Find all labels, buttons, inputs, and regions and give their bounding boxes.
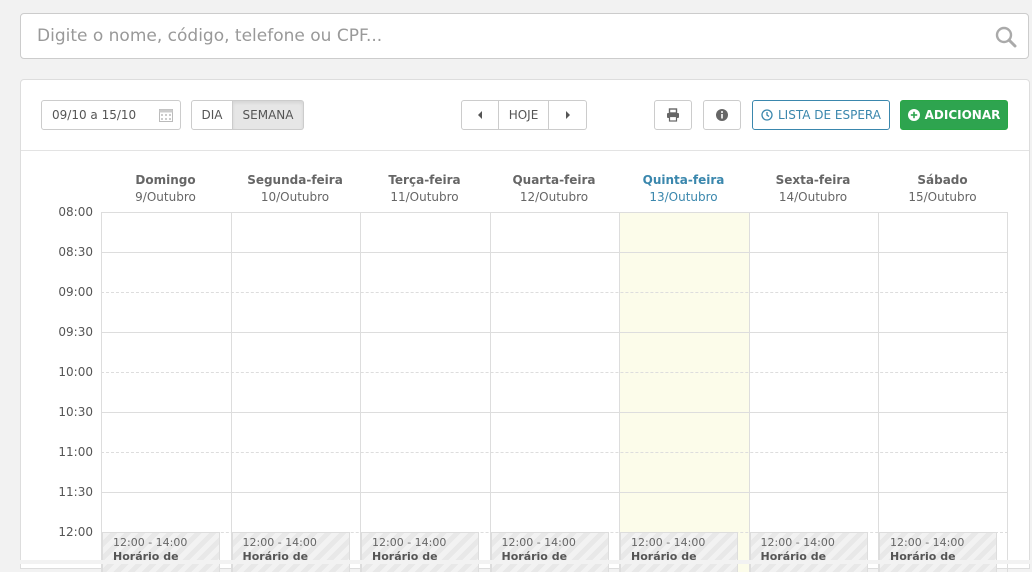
chevron-left-icon	[478, 111, 482, 119]
search-input[interactable]	[21, 14, 981, 58]
day-name: Sábado	[917, 173, 968, 187]
day-column[interactable]	[878, 212, 1008, 572]
clock-icon	[761, 109, 773, 121]
day-column-today[interactable]	[619, 212, 749, 572]
time-label: 12:00	[58, 525, 93, 539]
time-label: 11:30	[58, 485, 93, 499]
calendar-icon[interactable]	[158, 107, 174, 123]
blocked-event[interactable]: 12:00 - 14:00 Horário de	[620, 532, 738, 572]
add-label: ADICIONAR	[924, 108, 1001, 122]
grid-line	[101, 292, 1008, 293]
date-range-field[interactable]	[41, 100, 181, 130]
today-button[interactable]: HOJE	[499, 100, 549, 130]
waitlist-button[interactable]: LISTA DE ESPERA	[752, 100, 890, 130]
search-icon[interactable]	[994, 25, 1018, 49]
date-range-input[interactable]	[42, 101, 152, 129]
day-header-quinta: Quinta-feira 13/Outubro	[619, 172, 748, 206]
time-label: 11:00	[58, 445, 93, 459]
grid-line	[101, 212, 1008, 213]
event-time: 12:00 - 14:00	[242, 536, 317, 549]
blocked-event[interactable]: 12:00 - 14:00 Horário de	[231, 532, 350, 572]
day-date: 13/Outubro	[649, 190, 718, 204]
day-column[interactable]	[101, 212, 231, 572]
grid-line	[101, 452, 1008, 453]
time-label: 10:30	[58, 405, 93, 419]
event-time: 12:00 - 14:00	[372, 536, 447, 549]
time-label: 08:30	[58, 245, 93, 259]
day-name: Terça-feira	[388, 173, 461, 187]
day-header-segunda: Segunda-feira 10/Outubro	[231, 172, 360, 206]
blocked-event[interactable]: 12:00 - 14:00 Horário de	[102, 532, 220, 572]
blocked-event[interactable]: 12:00 - 14:00 Horário de	[749, 532, 868, 572]
print-button[interactable]	[654, 100, 692, 130]
week-grid: 12:00 - 14:00 Horário de 12:00 - 14:00 H…	[101, 212, 1008, 572]
time-label: 10:00	[58, 365, 93, 379]
day-header-quarta: Quarta-feira 12/Outubro	[490, 172, 619, 206]
page-bottom-edge	[0, 560, 1032, 564]
add-button[interactable]: ADICIONAR	[900, 100, 1008, 130]
grid-line	[101, 372, 1008, 373]
day-name: Quarta-feira	[512, 173, 596, 187]
day-header-terca: Terça-feira 11/Outubro	[360, 172, 489, 206]
calendar-card: DIA SEMANA HOJE LISTA DE ESPERA ADICIONA…	[20, 79, 1030, 572]
day-column[interactable]	[230, 212, 361, 572]
day-name: Quinta-feira	[642, 173, 725, 187]
day-date: 15/Outubro	[908, 190, 977, 204]
date-navigation: HOJE	[461, 100, 587, 130]
event-time: 12:00 - 14:00	[631, 536, 706, 549]
grid-line	[101, 492, 1008, 493]
info-button[interactable]	[703, 100, 741, 130]
plus-circle-icon	[907, 109, 920, 121]
grid-line	[101, 332, 1008, 333]
blocked-event[interactable]: 12:00 - 14:00 Horário de	[490, 532, 609, 572]
view-week-button[interactable]: SEMANA	[233, 100, 304, 130]
day-header-domingo: Domingo 9/Outubro	[101, 172, 230, 206]
day-date: 10/Outubro	[260, 190, 330, 204]
calendar-toolbar: DIA SEMANA HOJE LISTA DE ESPERA ADICIONA…	[21, 80, 1029, 151]
print-icon	[667, 108, 679, 122]
day-name: Domingo	[135, 173, 196, 187]
waitlist-label: LISTA DE ESPERA	[778, 108, 881, 122]
day-date: 14/Outubro	[778, 190, 848, 204]
day-name: Sexta-feira	[775, 173, 851, 187]
chevron-right-icon	[565, 111, 570, 119]
event-time: 12:00 - 14:00	[113, 536, 188, 549]
day-column[interactable]	[489, 212, 620, 572]
day-header-sabado: Sábado 15/Outubro	[878, 172, 1007, 206]
previous-button[interactable]	[461, 100, 499, 130]
day-name: Segunda-feira	[247, 173, 343, 187]
info-icon	[716, 109, 728, 121]
blocked-event[interactable]: 12:00 - 14:00 Horário de	[361, 532, 479, 572]
view-day-button[interactable]: DIA	[191, 100, 233, 130]
day-date: 12/Outubro	[519, 190, 589, 204]
view-toggle: DIA SEMANA	[191, 100, 304, 130]
event-time: 12:00 - 14:00	[760, 536, 835, 549]
event-time: 12:00 - 14:00	[890, 536, 965, 549]
time-label: 09:00	[58, 285, 93, 299]
day-column[interactable]	[360, 212, 490, 572]
next-button[interactable]	[549, 100, 587, 130]
grid-line	[101, 412, 1008, 413]
time-label: 09:30	[58, 325, 93, 339]
search-bar	[20, 13, 1029, 59]
day-column[interactable]	[748, 212, 879, 572]
event-time: 12:00 - 14:00	[501, 536, 576, 549]
day-date: 11/Outubro	[390, 190, 459, 204]
day-date: 9/Outubro	[135, 190, 196, 204]
grid-line	[101, 252, 1008, 253]
day-header-sexta: Sexta-feira 14/Outubro	[749, 172, 878, 206]
blocked-event[interactable]: 12:00 - 14:00 Horário de	[879, 532, 997, 572]
time-label: 08:00	[58, 205, 93, 219]
